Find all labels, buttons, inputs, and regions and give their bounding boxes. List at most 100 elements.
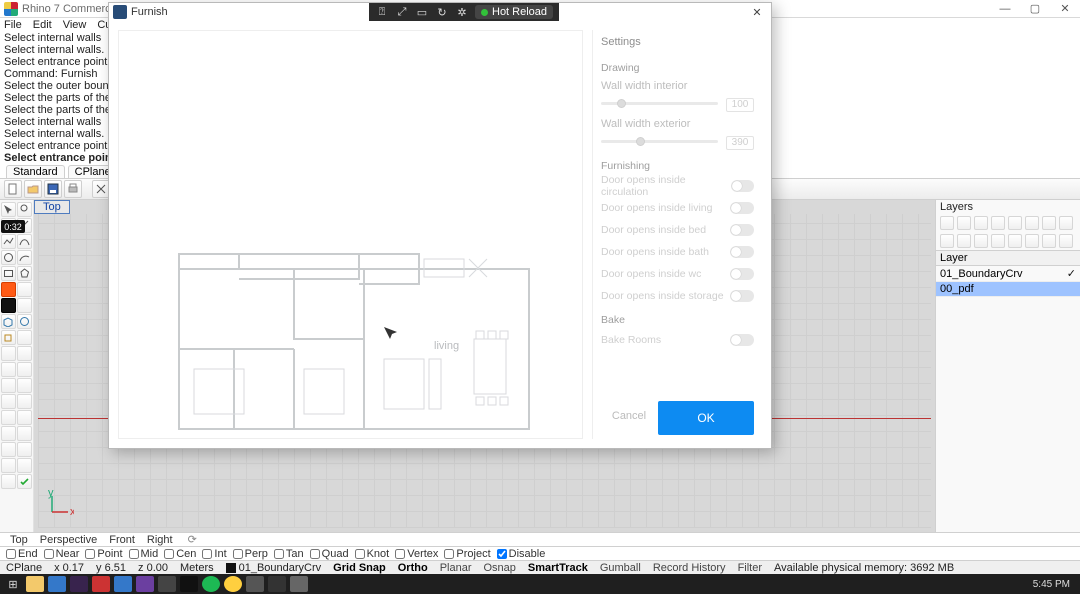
tool-icon[interactable] [17,298,32,313]
menu-edit[interactable]: Edit [33,19,52,31]
toggle-switch[interactable] [730,290,754,302]
check-icon[interactable] [17,474,32,489]
join-icon[interactable] [1,362,16,377]
toggle-osnap[interactable]: Osnap [483,562,515,574]
toggle-filter[interactable]: Filter [738,562,762,574]
wall-interior-value[interactable]: 100 [726,98,754,112]
sphere-icon[interactable] [17,314,32,329]
layer-icon[interactable] [1025,234,1039,248]
select-icon[interactable] [1,202,16,217]
save-icon[interactable] [44,180,62,198]
viewtab-right[interactable]: Right [147,534,173,546]
toggle-switch[interactable] [730,224,754,236]
layer-row[interactable]: 00_pdf [936,282,1080,297]
text-icon[interactable] [1,442,16,457]
task-icon[interactable] [180,576,198,592]
toggle-smarttrack[interactable]: SmartTrack [528,562,588,574]
explode-icon[interactable] [17,362,32,377]
dark-tool-icon[interactable] [1,298,16,313]
layer-icon[interactable] [957,216,971,230]
task-icon[interactable] [224,576,242,592]
osnap-quad[interactable]: Quad [310,548,349,560]
task-icon[interactable] [268,576,286,592]
osnap-near[interactable]: Near [44,548,80,560]
task-icon[interactable] [136,576,154,592]
osnap-tan[interactable]: Tan [274,548,304,560]
task-icon[interactable] [202,576,220,592]
wall-exterior-value[interactable]: 390 [726,136,754,150]
wall-exterior-slider[interactable] [601,140,718,143]
highlighted-tool-icon[interactable] [1,282,16,297]
wall-interior-slider[interactable] [601,102,718,105]
box-icon[interactable] [1,314,16,329]
offset-icon[interactable] [17,410,32,425]
hatch-icon[interactable] [1,458,16,473]
debug-icon[interactable]: ✲ [455,5,469,19]
osnap-disable[interactable]: Disable [497,548,546,560]
menu-file[interactable]: File [4,19,22,31]
layer-icon[interactable] [974,234,988,248]
osnap-perp[interactable]: Perp [233,548,268,560]
viewport-label[interactable]: Top [34,200,70,214]
loft-icon[interactable] [17,330,32,345]
osnap-end[interactable]: End [6,548,38,560]
viewtab-perspective[interactable]: Perspective [40,534,97,546]
chamfer-icon[interactable] [17,426,32,441]
group-icon[interactable] [1,474,16,489]
task-icon[interactable] [92,576,110,592]
polygon-icon[interactable] [17,266,32,281]
dim-icon[interactable] [17,442,32,457]
ok-button[interactable]: OK [658,401,754,435]
layer-icon[interactable] [991,216,1005,230]
debug-icon[interactable]: ⍰ [375,5,389,19]
floorplan-preview[interactable]: living [118,30,583,439]
toggle-switch[interactable] [730,334,754,346]
osnap-mid[interactable]: Mid [129,548,159,560]
arc-icon[interactable] [17,250,32,265]
hot-reload-badge[interactable]: Hot Reload [475,5,553,19]
new-file-icon[interactable] [4,180,22,198]
tool-icon[interactable] [17,282,32,297]
layer-icon[interactable] [1059,234,1073,248]
toggle-planar[interactable]: Planar [440,562,472,574]
mirror-icon[interactable] [17,394,32,409]
debug-icon[interactable]: ⤢ [395,5,409,19]
trim-icon[interactable] [1,346,16,361]
layer-icon[interactable] [940,234,954,248]
menu-view[interactable]: View [63,19,87,31]
circle-icon[interactable] [1,250,16,265]
polyline-icon[interactable] [1,234,16,249]
debug-icon[interactable]: ▭ [415,5,429,19]
dialog-titlebar[interactable]: Furnish ⍰ ⤢ ▭ ↻ ✲ Hot Reload ✕ [109,3,771,21]
print-icon[interactable] [64,180,82,198]
toggle-switch[interactable] [730,268,754,280]
extrude-icon[interactable] [1,330,16,345]
osnap-cen[interactable]: Cen [164,548,196,560]
cancel-button[interactable]: Cancel [608,401,650,431]
tab-standard[interactable]: Standard [6,165,65,178]
array-icon[interactable] [1,410,16,425]
viewtab-top[interactable]: Top [10,534,28,546]
layer-icon[interactable] [991,234,1005,248]
viewtab-front[interactable]: Front [109,534,135,546]
rect-icon[interactable] [1,266,16,281]
open-file-icon[interactable] [24,180,42,198]
toggle-switch[interactable] [731,180,754,192]
scale-icon[interactable] [1,394,16,409]
layer-icon[interactable] [1059,216,1073,230]
rotate-icon[interactable] [17,378,32,393]
layer-icon[interactable] [1008,216,1022,230]
layer-icon[interactable] [957,234,971,248]
task-icon[interactable] [114,576,132,592]
task-icon[interactable] [48,576,66,592]
toggle-gumball[interactable]: Gumball [600,562,641,574]
task-icon[interactable] [70,576,88,592]
layer-icon[interactable] [1008,234,1022,248]
osnap-int[interactable]: Int [202,548,226,560]
dialog-close-button[interactable]: ✕ [747,4,767,20]
start-icon[interactable]: ⊞ [4,576,22,592]
layer-icon[interactable] [940,216,954,230]
task-icon[interactable] [246,576,264,592]
window-maximize-button[interactable]: ▢ [1020,0,1050,18]
layer-icon[interactable] [1042,234,1056,248]
